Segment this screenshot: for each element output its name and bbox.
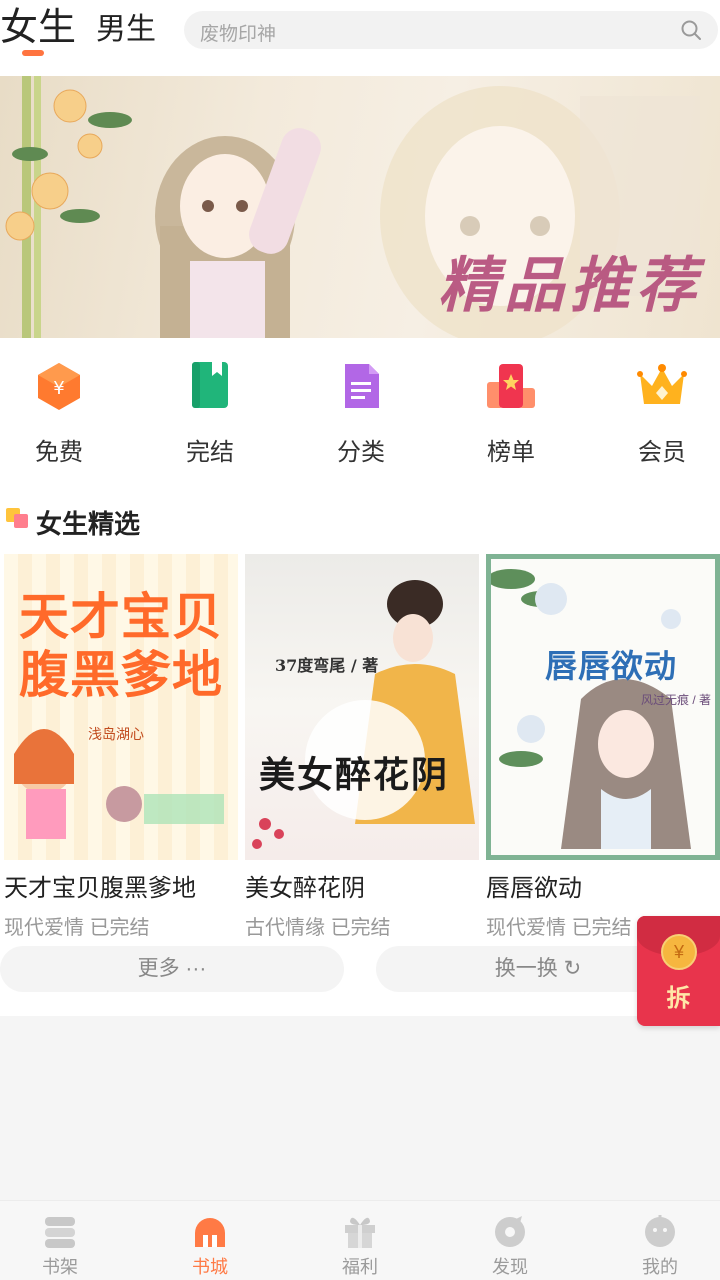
book-genre: 古代情缘	[245, 917, 325, 939]
tab-male[interactable]: 男生	[96, 8, 156, 52]
category-label: 完结	[186, 439, 234, 466]
nav-label: 发现	[492, 1257, 528, 1277]
top-header: 女生 男生 废物印神	[0, 0, 720, 66]
book-status: 已完结	[330, 917, 391, 939]
red-packet-label: 拆	[666, 985, 691, 1012]
book-title: 唇唇欲动	[486, 875, 582, 902]
finished-book-icon	[184, 360, 236, 412]
cover-author: 风过无痕 / 著	[641, 693, 712, 707]
book-genre: 现代爱情	[486, 917, 566, 939]
book-card[interactable]: 天才宝贝腹黑爹地 浅岛湖心 天才宝贝腹黑爹地 现代爱情 已完结	[4, 554, 238, 940]
category-label: 免费	[35, 439, 83, 466]
red-packet-button[interactable]: ¥ 拆	[637, 916, 720, 1026]
cover-title: 美女醉花阴	[259, 754, 450, 796]
nav-label: 书架	[42, 1257, 78, 1277]
book-title: 美女醉花阴	[245, 875, 365, 902]
bookstore-icon	[192, 1213, 228, 1249]
book-meta: 现代爱情 已完结	[4, 911, 238, 940]
gift-icon	[342, 1213, 378, 1249]
nav-label: 我的	[642, 1257, 678, 1277]
category-finished[interactable]: 完结	[160, 352, 260, 467]
category-classify[interactable]: 分类	[311, 352, 411, 467]
book-cover[interactable]: 37度弯尾 / 著 美女醉花阴	[245, 554, 479, 860]
book-status: 已完结	[571, 917, 632, 939]
search-input[interactable]: 废物印神	[184, 11, 718, 49]
banner-title: 精品推荐	[438, 251, 702, 321]
promo-banner[interactable]: 精品推荐	[0, 76, 720, 338]
category-vip[interactable]: 会员	[612, 352, 712, 467]
book-meta: 古代情缘 已完结	[245, 911, 479, 940]
discover-icon	[492, 1213, 528, 1249]
category-label: 榜单	[487, 439, 535, 466]
free-coin-icon: ¥	[33, 360, 85, 412]
content-background	[0, 1016, 720, 1200]
nav-welfare[interactable]: 福利	[300, 1209, 420, 1279]
category-free[interactable]: ¥ 免费	[9, 352, 109, 467]
vip-crown-icon	[636, 360, 688, 412]
active-tab-indicator	[22, 50, 44, 56]
cover-author: 浅岛湖心	[88, 726, 144, 742]
book-card[interactable]: 37度弯尾 / 著 美女醉花阴 美女醉花阴 古代情缘 已完结	[245, 554, 479, 940]
category-document-icon	[335, 360, 387, 412]
section-icon-accent	[14, 514, 28, 528]
nav-label: 书城	[192, 1257, 228, 1277]
search-icon[interactable]	[680, 19, 702, 41]
nav-profile[interactable]: 我的	[600, 1209, 720, 1279]
category-label: 会员	[638, 439, 686, 466]
coin-icon: ¥	[661, 934, 697, 970]
book-cover[interactable]: 天才宝贝腹黑爹地 浅岛湖心	[4, 554, 238, 860]
tab-female[interactable]: 女生	[0, 6, 76, 50]
cover-author: 37度弯尾 / 著	[275, 656, 379, 675]
profile-icon	[642, 1213, 678, 1249]
cover-title: 唇唇欲动	[545, 648, 678, 684]
book-genre: 现代爱情	[4, 917, 84, 939]
category-row: ¥ 免费 完结 分类 榜单 会员	[0, 352, 720, 472]
cover-art	[252, 580, 475, 849]
nav-discover[interactable]: 发现	[450, 1209, 570, 1279]
book-cover[interactable]: 唇唇欲动 风过无痕 / 著	[486, 554, 720, 860]
bookshelf-icon	[42, 1213, 78, 1249]
more-button[interactable]: 更多 ···	[0, 946, 344, 992]
book-card[interactable]: 唇唇欲动 风过无痕 / 著 唇唇欲动 现代爱情 已完结	[486, 554, 720, 940]
book-status: 已完结	[89, 917, 150, 939]
category-label: 分类	[337, 439, 385, 466]
nav-bookshelf[interactable]: 书架	[0, 1209, 120, 1279]
ranking-icon	[485, 360, 537, 412]
category-ranking[interactable]: 榜单	[461, 352, 561, 467]
section-title: 女生精选	[36, 509, 141, 539]
book-title: 天才宝贝腹黑爹地	[4, 875, 196, 902]
search-placeholder: 废物印神	[200, 24, 277, 45]
bottom-nav: 书架 书城 福利 发现 我的	[0, 1200, 720, 1280]
svg-text:¥: ¥	[53, 378, 64, 399]
nav-bookstore[interactable]: 书城	[150, 1209, 270, 1279]
cover-title: 天才宝贝腹黑爹地	[19, 589, 223, 703]
nav-label: 福利	[342, 1257, 378, 1277]
